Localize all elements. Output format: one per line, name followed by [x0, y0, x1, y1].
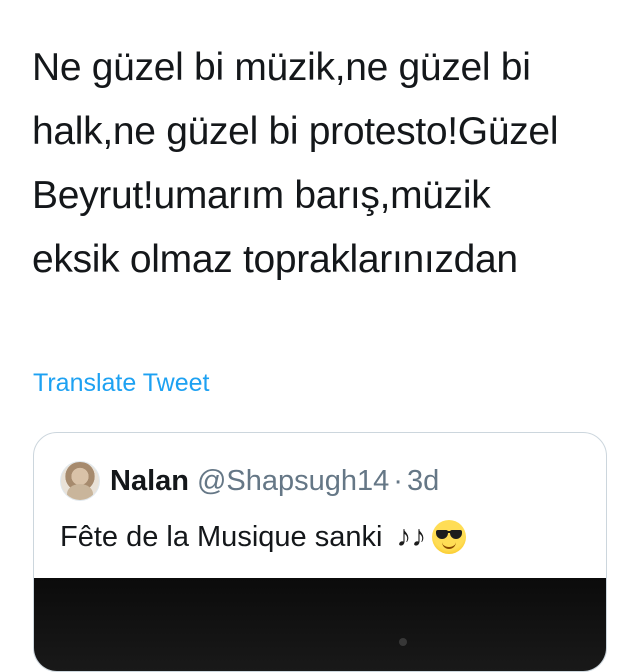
translate-tweet-link[interactable]: Translate Tweet — [33, 367, 209, 399]
tweet-text-line-3: Beyrut!umarım barış,müzik — [32, 174, 491, 217]
tweet-text-line-1: Ne güzel bi müzik,ne güzel bi — [32, 46, 531, 89]
sunglasses-face-icon — [432, 520, 467, 554]
quoted-tweet-card[interactable]: Nalan @Shapsugh14 · 3d Fête de la Musiqu… — [33, 432, 607, 672]
tweet-text: Ne güzel bi müzik,ne güzel bi halk,ne gü… — [32, 36, 622, 292]
quoted-handle[interactable]: @Shapsugh14 — [197, 465, 389, 498]
quoted-tweet-text: Fête de la Musique sanki ♪♪ — [60, 517, 467, 557]
quoted-timestamp[interactable]: 3d — [407, 465, 439, 498]
quoted-text-content: Fête de la Musique sanki — [60, 521, 383, 553]
meta-separator: · — [393, 464, 403, 497]
tweet-text-line-4: eksik olmaz topraklarınızdan — [32, 238, 518, 281]
quoted-media-preview[interactable] — [34, 578, 606, 671]
quoted-tweet-header: Nalan @Shapsugh14 · 3d — [60, 460, 439, 502]
musical-notes-icon: ♪♪ — [396, 520, 427, 553]
quoted-display-name[interactable]: Nalan — [110, 465, 189, 498]
avatar[interactable] — [60, 461, 100, 501]
media-light-spot — [399, 638, 407, 646]
tweet-text-line-2: halk,ne güzel bi protesto!Güzel — [32, 110, 559, 153]
